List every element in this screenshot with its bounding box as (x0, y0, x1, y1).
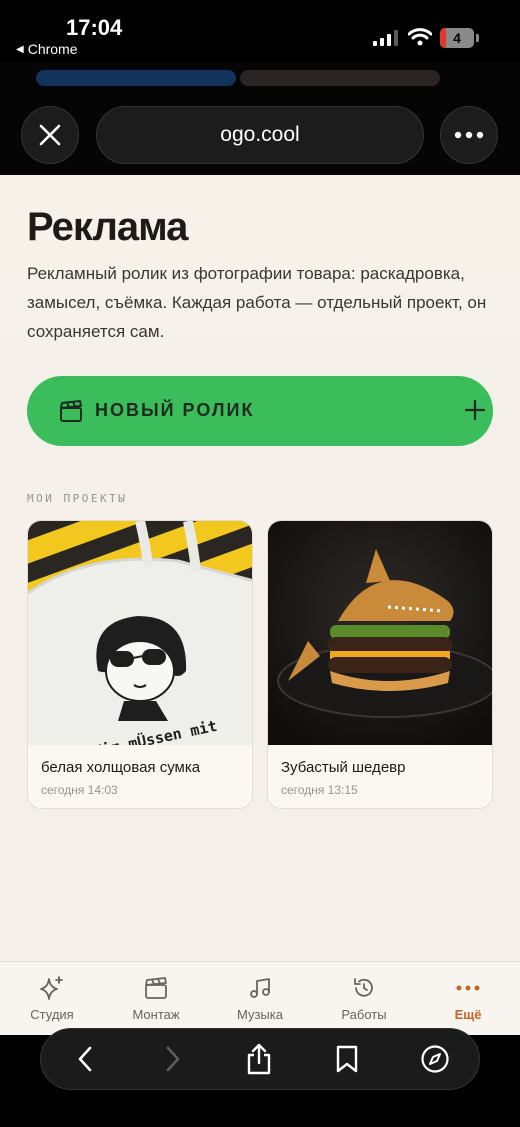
plus-icon (464, 399, 486, 421)
page-description: Рекламный ролик из фотографии товара: ра… (27, 264, 487, 341)
project-card[interactable]: Wir mÜssen mit белая холщовая сумка сего… (27, 520, 253, 809)
clapperboard-icon (145, 977, 167, 999)
project-date: сегодня 14:03 (41, 783, 118, 797)
app-tab-bar: Студия Монтаж Музыка Работы Ещё (0, 961, 520, 1035)
back-button[interactable] (65, 1039, 105, 1079)
back-triangle-icon: ◀ (16, 43, 24, 55)
forward-button[interactable] (153, 1039, 193, 1079)
compass-icon (421, 1045, 449, 1073)
bookmarks-button[interactable] (327, 1039, 367, 1079)
background-tab-preview (36, 70, 236, 86)
url-bar[interactable]: ogo.cool (96, 106, 424, 164)
tab-label: Ещё (454, 1007, 482, 1022)
bookmark-icon (336, 1045, 358, 1073)
tab-label: Работы (341, 1007, 387, 1022)
tab-music[interactable]: Музыка (208, 962, 312, 1036)
share-icon (247, 1043, 271, 1075)
project-thumbnail-shark-burger (268, 521, 492, 745)
more-horizontal-icon (454, 131, 484, 139)
browser-bottom-toolbar (0, 1028, 520, 1127)
section-label: МОИ ПРОЕКТЫ (27, 492, 128, 505)
new-video-label: НОВЫЙ РОЛИК (95, 400, 255, 420)
browser-nav-pill (40, 1028, 480, 1090)
browser-toolbar: ogo.cool (0, 62, 520, 175)
back-to-app-link[interactable]: ◀ Chrome (16, 41, 78, 57)
battery-indicator: 4 (440, 28, 474, 48)
clapperboard-icon (60, 400, 82, 422)
background-tab-preview (240, 70, 440, 86)
wifi-icon (408, 28, 432, 46)
tab-more[interactable]: Ещё (416, 962, 520, 1036)
tab-montage[interactable]: Монтаж (104, 962, 208, 1036)
cellular-signal-icon (373, 30, 398, 46)
share-button[interactable] (239, 1039, 279, 1079)
tab-studio[interactable]: Студия (0, 962, 104, 1036)
more-options-button[interactable] (440, 106, 498, 164)
project-name: Зубастый шедевр (281, 759, 406, 776)
sparkle-icon (40, 976, 63, 1000)
tab-works[interactable]: Работы (312, 962, 416, 1036)
chevron-left-icon (78, 1046, 92, 1072)
compass-button[interactable] (415, 1039, 455, 1079)
status-bar: 17:04 ◀ Chrome 4 (0, 0, 520, 62)
new-video-button[interactable]: НОВЫЙ РОЛИК (27, 376, 493, 446)
more-dots-icon (456, 985, 480, 991)
back-app-label: Chrome (27, 41, 78, 57)
close-icon (39, 124, 61, 146)
project-thumbnail-tote-bag: Wir mÜssen mit (28, 521, 252, 745)
page-title: Реклама (27, 205, 188, 249)
page-content: Реклама Рекламный ролик из фотографии то… (0, 175, 520, 961)
project-date: сегодня 13:15 (281, 783, 358, 797)
music-note-icon (250, 978, 270, 998)
history-icon (354, 978, 373, 997)
tab-label: Музыка (237, 1007, 283, 1022)
tab-label: Монтаж (132, 1007, 180, 1022)
clock: 17:04 (66, 15, 123, 40)
battery-level: 4 (453, 30, 461, 46)
chevron-right-icon (166, 1046, 180, 1072)
project-card[interactable]: Зубастый шедевр сегодня 13:15 (267, 520, 493, 809)
close-button[interactable] (21, 106, 79, 164)
project-name: белая холщовая сумка (41, 759, 201, 776)
tab-label: Студия (30, 1007, 74, 1022)
